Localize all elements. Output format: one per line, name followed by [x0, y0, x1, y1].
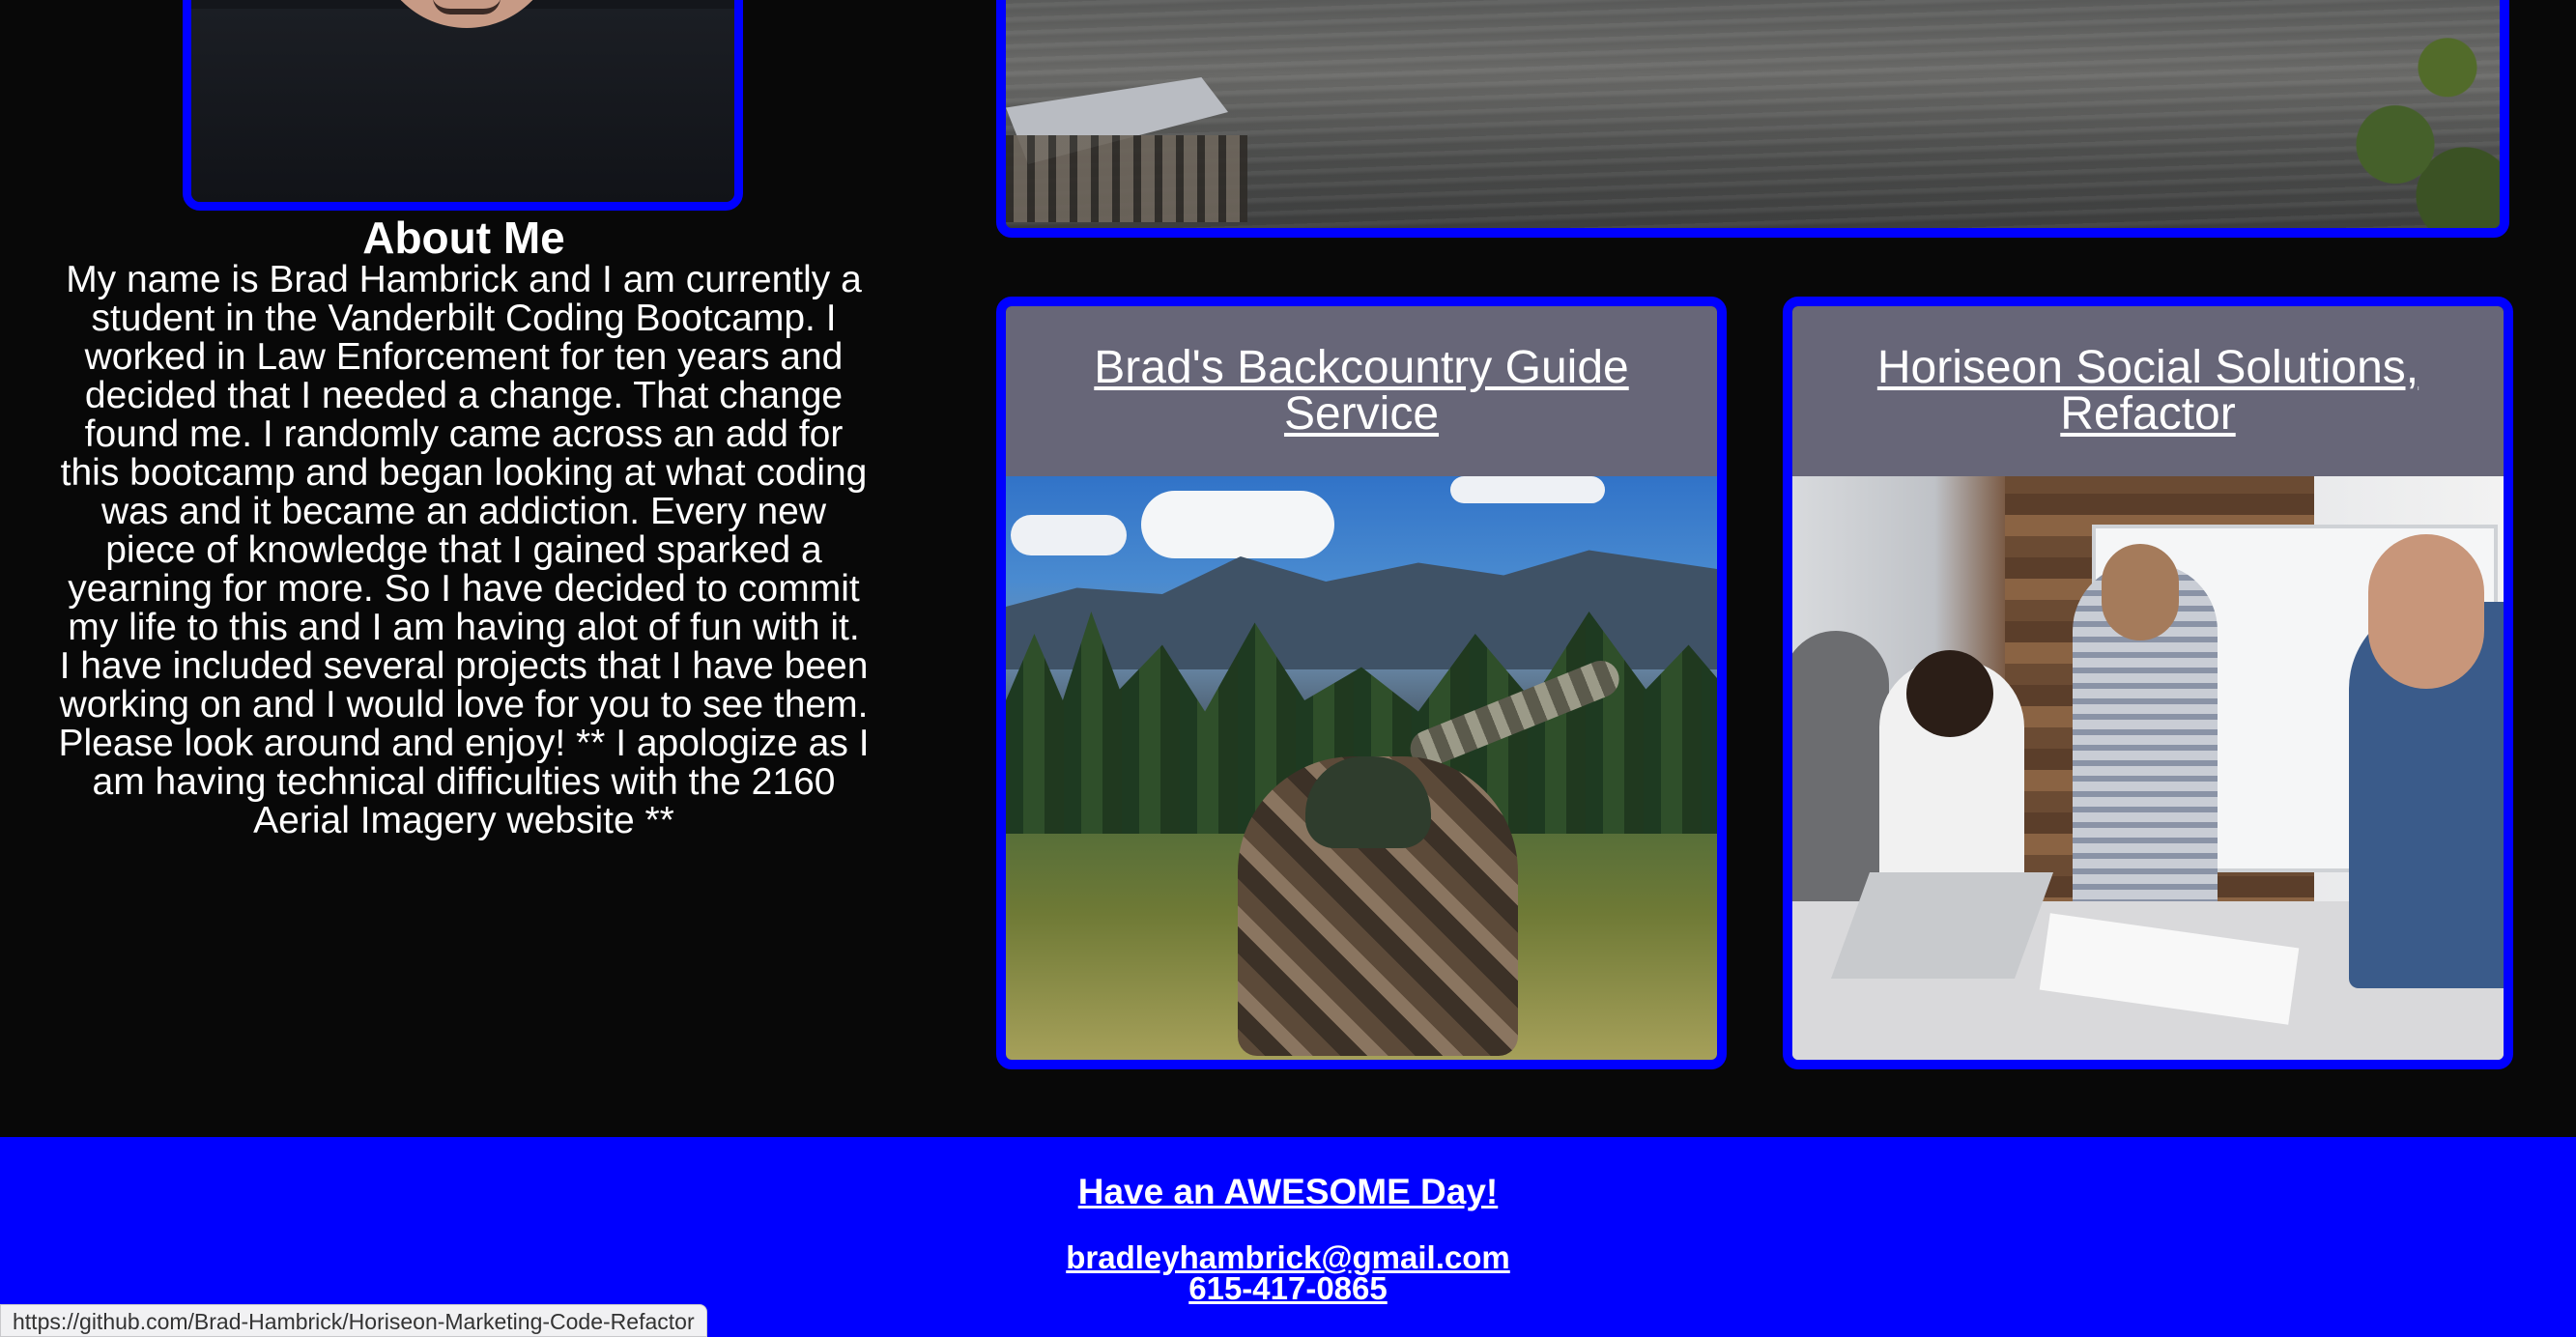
cloud	[1011, 515, 1127, 555]
profile-smile	[433, 0, 501, 14]
project-image-horiseon[interactable]	[1792, 476, 2504, 1060]
phone-link[interactable]: 615-417-0865	[1188, 1270, 1388, 1306]
shoreline-tree	[2326, 0, 2500, 228]
project-card-horiseon: Horiseon Social Solutions, Refactor	[1783, 297, 2513, 1069]
foreground-person-head	[2368, 534, 2484, 689]
project-card-header: Horiseon Social Solutions, Refactor	[1792, 306, 2504, 476]
project-link-backcountry-guide[interactable]: Brad's Backcountry Guide Service	[1006, 345, 1717, 438]
featured-project-image[interactable]	[996, 0, 2509, 238]
seated-person-hair	[1906, 650, 1993, 737]
link-preview-status-bar: https://github.com/Brad-Hambrick/Horiseo…	[0, 1304, 707, 1337]
cloud	[1141, 491, 1334, 558]
boathouse-dock	[1006, 135, 1247, 222]
project-card-header: Brad's Backcountry Guide Service	[1006, 306, 1717, 476]
about-me-text: My name is Brad Hambrick and I am curren…	[58, 259, 870, 841]
footer-phone-row: 615-417-0865	[0, 1270, 2576, 1307]
profile-photo	[183, 0, 743, 211]
laptop	[1830, 872, 2054, 979]
project-link-horiseon[interactable]: Horiseon Social Solutions, Refactor	[1792, 345, 2504, 438]
project-image-backcountry-guide[interactable]	[1006, 476, 1717, 1060]
about-me-heading: About Me	[362, 213, 565, 263]
cloud	[1450, 476, 1605, 503]
profile-shirt	[191, 9, 734, 202]
project-card-backcountry-guide: Brad's Backcountry Guide Service	[996, 297, 1727, 1069]
footer-tagline: Have an AWESOME Day!	[1077, 1172, 1499, 1211]
standing-person-head	[2102, 544, 2179, 640]
